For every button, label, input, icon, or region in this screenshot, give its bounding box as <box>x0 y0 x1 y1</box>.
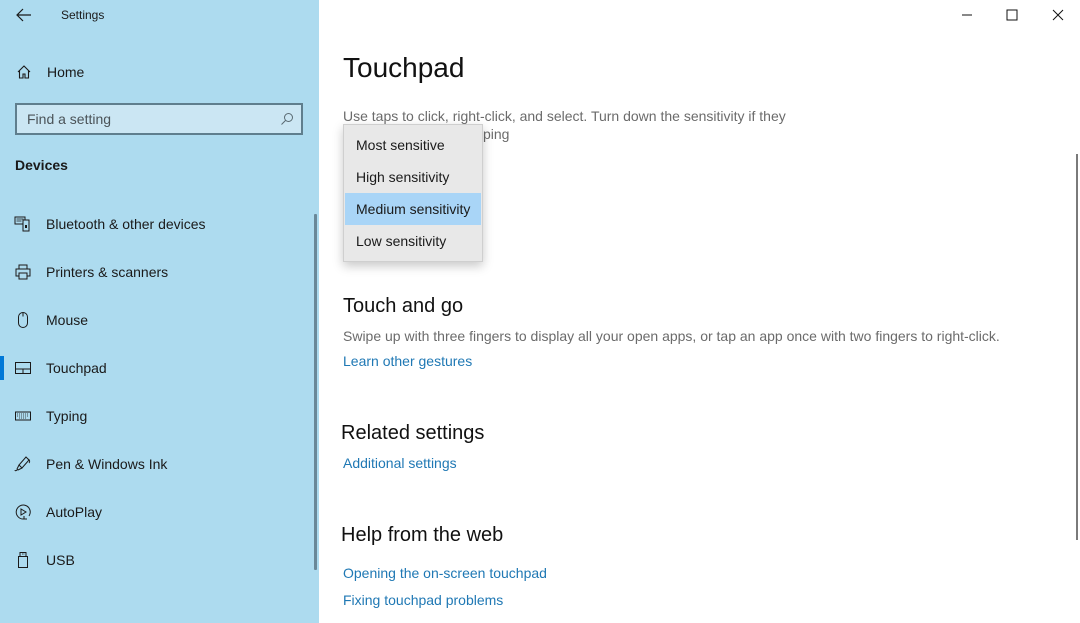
sidebar-item-label: USB <box>46 552 75 568</box>
main-scrollbar[interactable] <box>1076 154 1078 540</box>
close-button[interactable] <box>1035 0 1080 30</box>
app-title: Settings <box>61 8 105 22</box>
fixing-touchpad-link[interactable]: Fixing touchpad problems <box>343 592 503 608</box>
touch-and-go-text: Swipe up with three fingers to display a… <box>343 328 1000 344</box>
back-button[interactable] <box>13 5 35 25</box>
sidebar-item-label: Typing <box>46 408 88 424</box>
sidebar-item-label: Pen & Windows Ink <box>46 456 168 472</box>
maximize-icon <box>1006 9 1018 21</box>
sidebar-item-pen[interactable]: Pen & Windows Ink <box>0 444 312 484</box>
sidebar-item-label: Printers & scanners <box>46 264 169 280</box>
section-title-devices: Devices <box>15 157 68 173</box>
printer-icon <box>14 263 32 281</box>
sidebar-item-typing[interactable]: Typing <box>0 396 312 436</box>
search-box[interactable] <box>15 103 303 135</box>
sidebar-home[interactable]: Home <box>0 58 319 86</box>
sidebar-item-label: AutoPlay <box>46 504 103 520</box>
minimize-icon <box>962 14 972 16</box>
sidebar-home-label: Home <box>47 64 85 80</box>
dropdown-option-low-sensitivity[interactable]: Low sensitivity <box>345 225 481 257</box>
sidebar-item-printers[interactable]: Printers & scanners <box>0 252 312 292</box>
on-screen-touchpad-link[interactable]: Opening the on-screen touchpad <box>343 565 547 581</box>
page-title: Touchpad <box>343 52 465 83</box>
dropdown-option-medium-sensitivity[interactable]: Medium sensitivity <box>345 193 481 225</box>
back-arrow-icon <box>16 8 31 22</box>
maximize-button[interactable] <box>989 0 1035 30</box>
sidebar-item-touchpad[interactable]: Touchpad <box>0 348 312 388</box>
dropdown-option-high-sensitivity[interactable]: High sensitivity <box>345 161 481 193</box>
touch-and-go-heading: Touch and go <box>343 295 464 317</box>
help-from-web-heading: Help from the web <box>341 524 504 546</box>
related-settings-heading: Related settings <box>341 422 485 444</box>
taps-description-line1: Use taps to click, right-click, and sele… <box>343 108 786 124</box>
search-icon[interactable] <box>280 112 294 126</box>
sidebar: Settings Home Devices Bluetooth & other … <box>0 0 319 623</box>
home-icon <box>17 65 31 79</box>
autoplay-icon <box>14 503 32 521</box>
dropdown-option-most-sensitive[interactable]: Most sensitive <box>345 129 481 161</box>
usb-icon <box>14 551 32 569</box>
additional-settings-link[interactable]: Additional settings <box>343 455 457 471</box>
pen-icon <box>14 455 32 473</box>
learn-other-gestures-link[interactable]: Learn other gestures <box>343 353 472 369</box>
active-indicator <box>0 356 4 380</box>
sidebar-item-mouse[interactable]: Mouse <box>0 300 312 340</box>
sidebar-item-bluetooth[interactable]: Bluetooth & other devices <box>0 204 312 244</box>
sidebar-item-autoplay[interactable]: AutoPlay <box>0 492 312 532</box>
sidebar-item-label: Bluetooth & other devices <box>46 216 206 232</box>
sidebar-item-label: Mouse <box>46 312 89 328</box>
sensitivity-dropdown-menu: Most sensitive High sensitivity Medium s… <box>343 124 483 262</box>
search-input[interactable] <box>17 105 267 133</box>
close-icon <box>1052 9 1064 21</box>
bluetooth-devices-icon <box>14 215 32 233</box>
sidebar-scrollbar[interactable] <box>314 214 317 570</box>
mouse-icon <box>14 311 32 329</box>
sidebar-item-usb[interactable]: USB <box>0 540 312 580</box>
keyboard-icon <box>14 407 32 425</box>
main-content: Touchpad Use taps to click, right-click,… <box>319 0 1080 623</box>
touchpad-icon <box>14 359 32 377</box>
minimize-button[interactable] <box>944 0 990 30</box>
sidebar-item-label: Touchpad <box>46 360 107 376</box>
